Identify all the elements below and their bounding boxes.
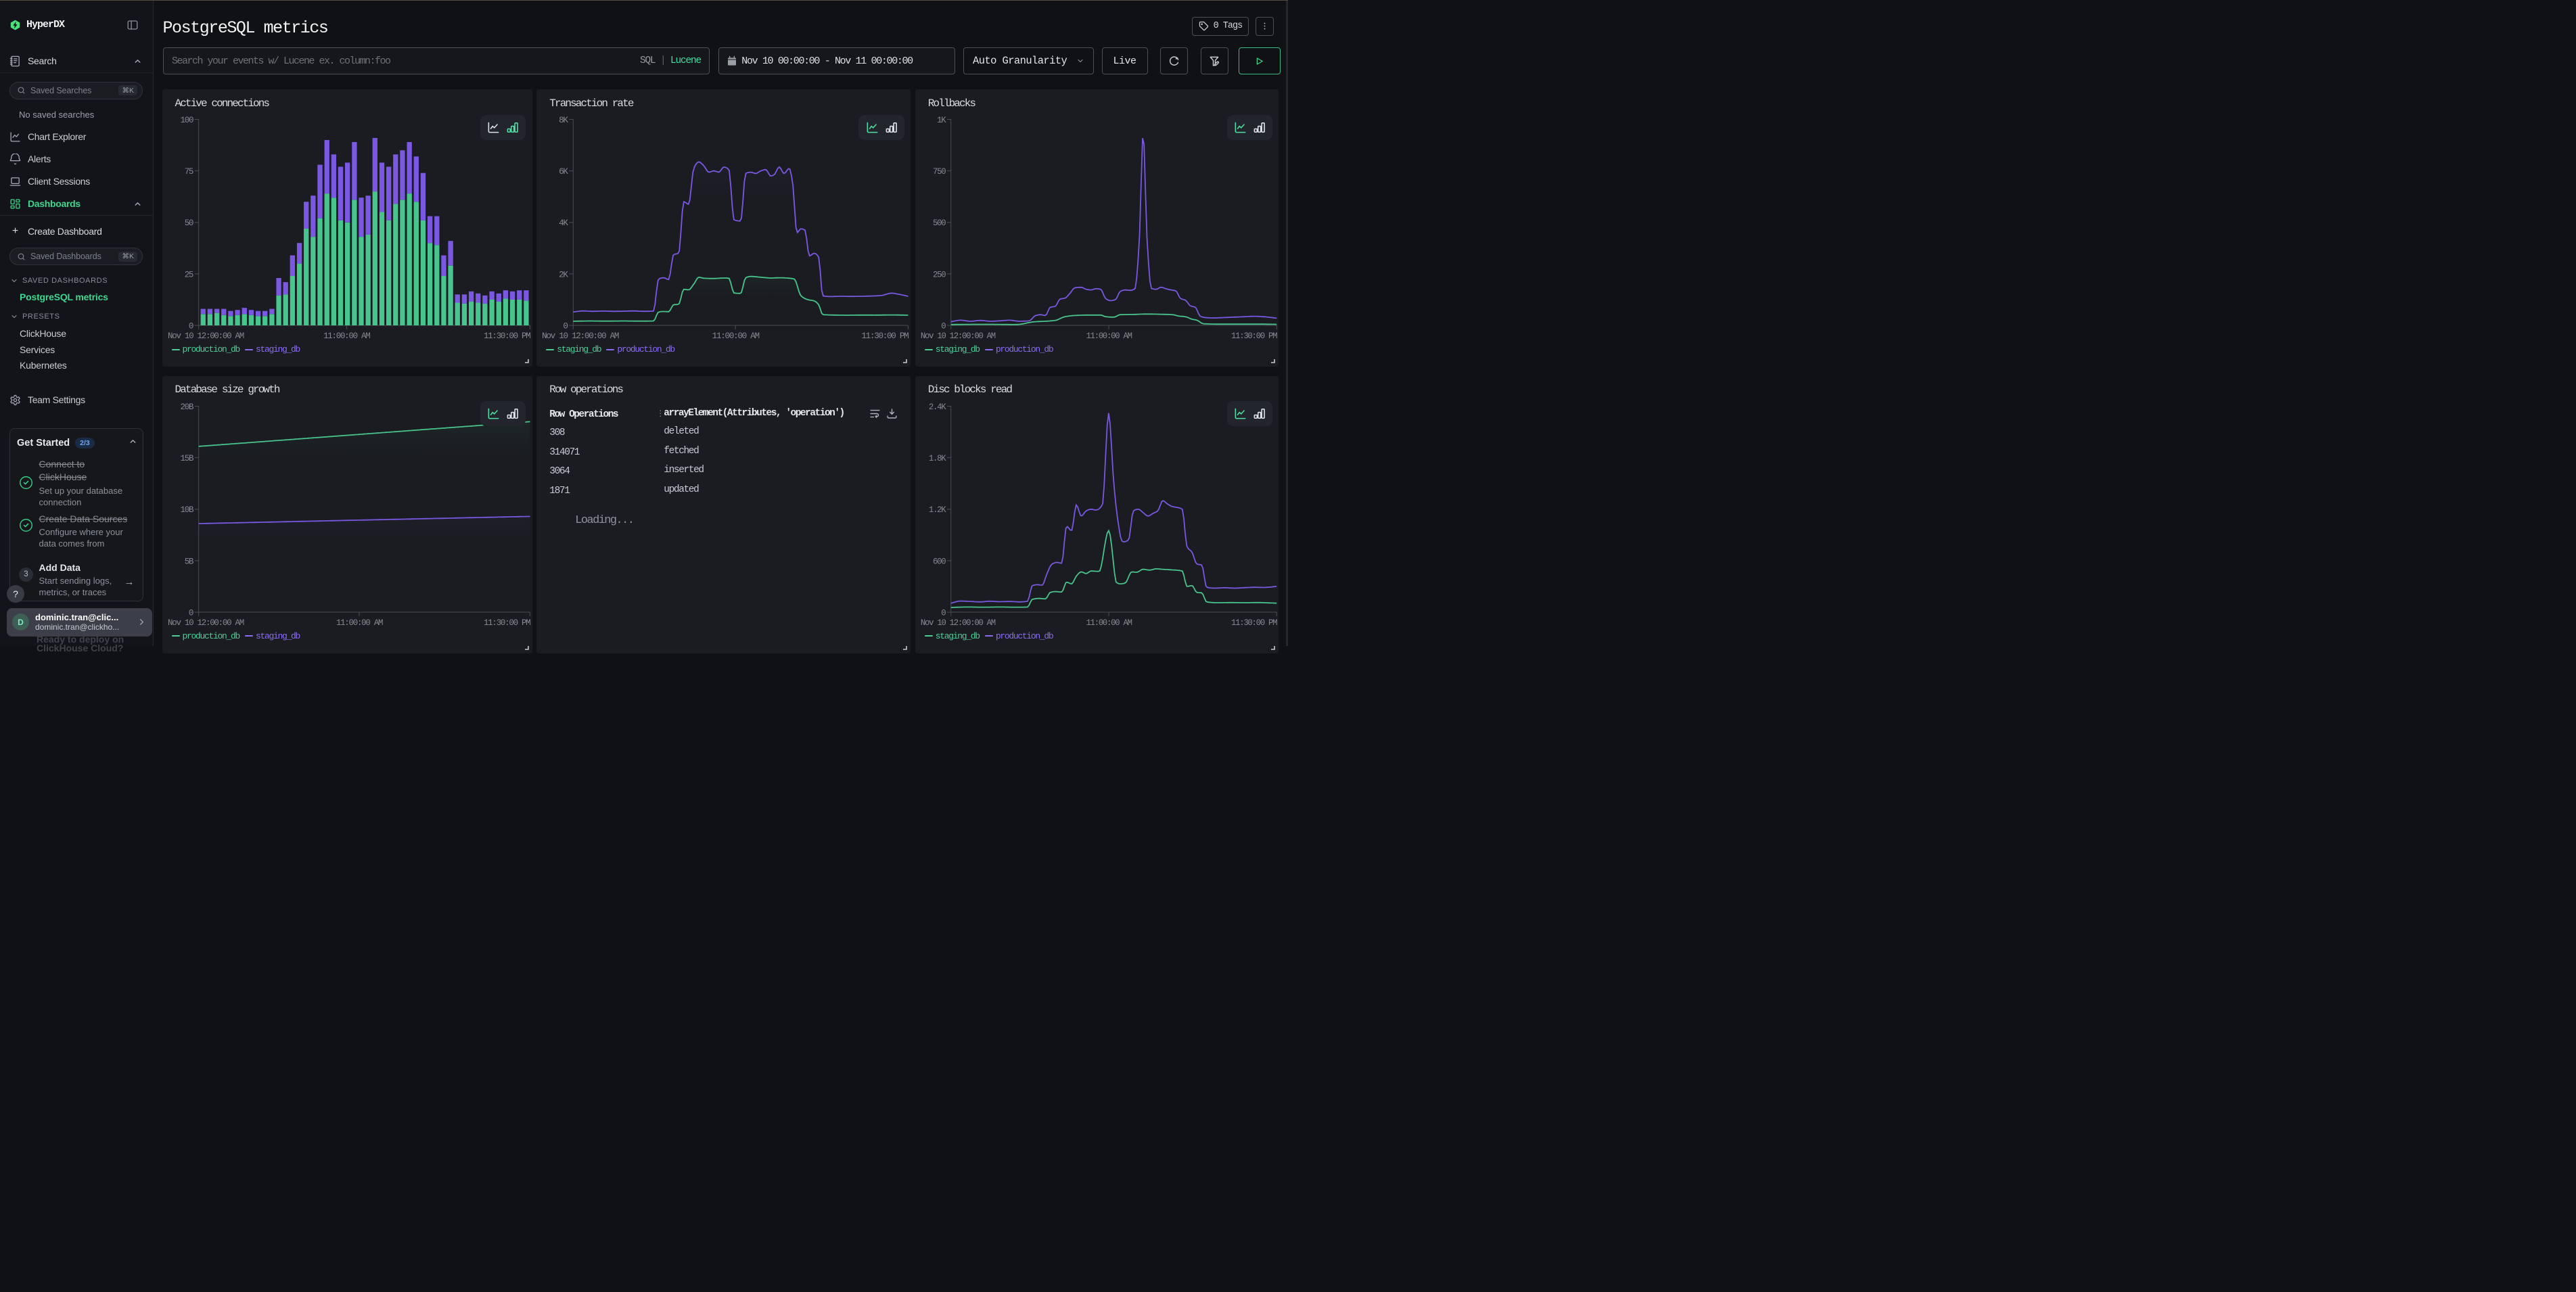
svg-text:100: 100 [180,116,193,125]
svg-text:11:30:00 PM: 11:30:00 PM [1231,618,1277,627]
svg-text:50: 50 [184,218,193,228]
svg-text:25: 25 [184,270,193,279]
svg-text:250: 250 [933,270,946,279]
svg-text:10B: 10B [180,505,193,515]
svg-text:4K: 4K [559,218,568,228]
svg-text:600: 600 [933,557,946,566]
svg-text:20B: 20B [180,402,193,412]
svg-text:0: 0 [188,322,193,331]
svg-text:5B: 5B [184,557,193,566]
svg-text:11:00:00 AM: 11:00:00 AM [1086,618,1132,627]
svg-text:1.8K: 1.8K [929,454,946,463]
svg-text:Nov 10 12:00:00 AM: Nov 10 12:00:00 AM [921,331,996,341]
svg-text:2.4K: 2.4K [929,402,946,411]
svg-text:Nov 10 12:00:00 AM: Nov 10 12:00:00 AM [168,618,244,628]
svg-text:500: 500 [933,218,946,228]
svg-text:11:00:00 AM: 11:00:00 AM [323,331,370,341]
svg-text:750: 750 [933,167,946,177]
svg-text:11:00:00 AM: 11:00:00 AM [336,618,382,628]
svg-text:6K: 6K [559,167,568,177]
svg-text:Nov 10 12:00:00 AM: Nov 10 12:00:00 AM [168,331,244,341]
svg-text:15B: 15B [180,454,193,463]
svg-text:0: 0 [188,608,193,618]
svg-text:8K: 8K [559,116,568,125]
svg-text:11:00:00 AM: 11:00:00 AM [1086,331,1132,341]
svg-text:1K: 1K [937,116,946,125]
svg-text:75: 75 [184,167,193,177]
svg-text:1.2K: 1.2K [929,505,946,515]
svg-text:11:30:00 PM: 11:30:00 PM [862,331,909,341]
svg-text:Nov 10 12:00:00 AM: Nov 10 12:00:00 AM [921,618,996,627]
svg-text:11:30:00 PM: 11:30:00 PM [484,618,530,628]
svg-text:0: 0 [941,608,946,618]
svg-text:11:30:00 PM: 11:30:00 PM [1231,331,1277,341]
svg-text:11:30:00 PM: 11:30:00 PM [484,331,530,341]
svg-text:2K: 2K [559,270,568,279]
svg-text:Nov 10 12:00:00 AM: Nov 10 12:00:00 AM [542,331,619,341]
svg-text:0: 0 [564,322,568,331]
svg-text:0: 0 [941,321,946,331]
svg-text:11:00:00 AM: 11:00:00 AM [712,331,760,341]
